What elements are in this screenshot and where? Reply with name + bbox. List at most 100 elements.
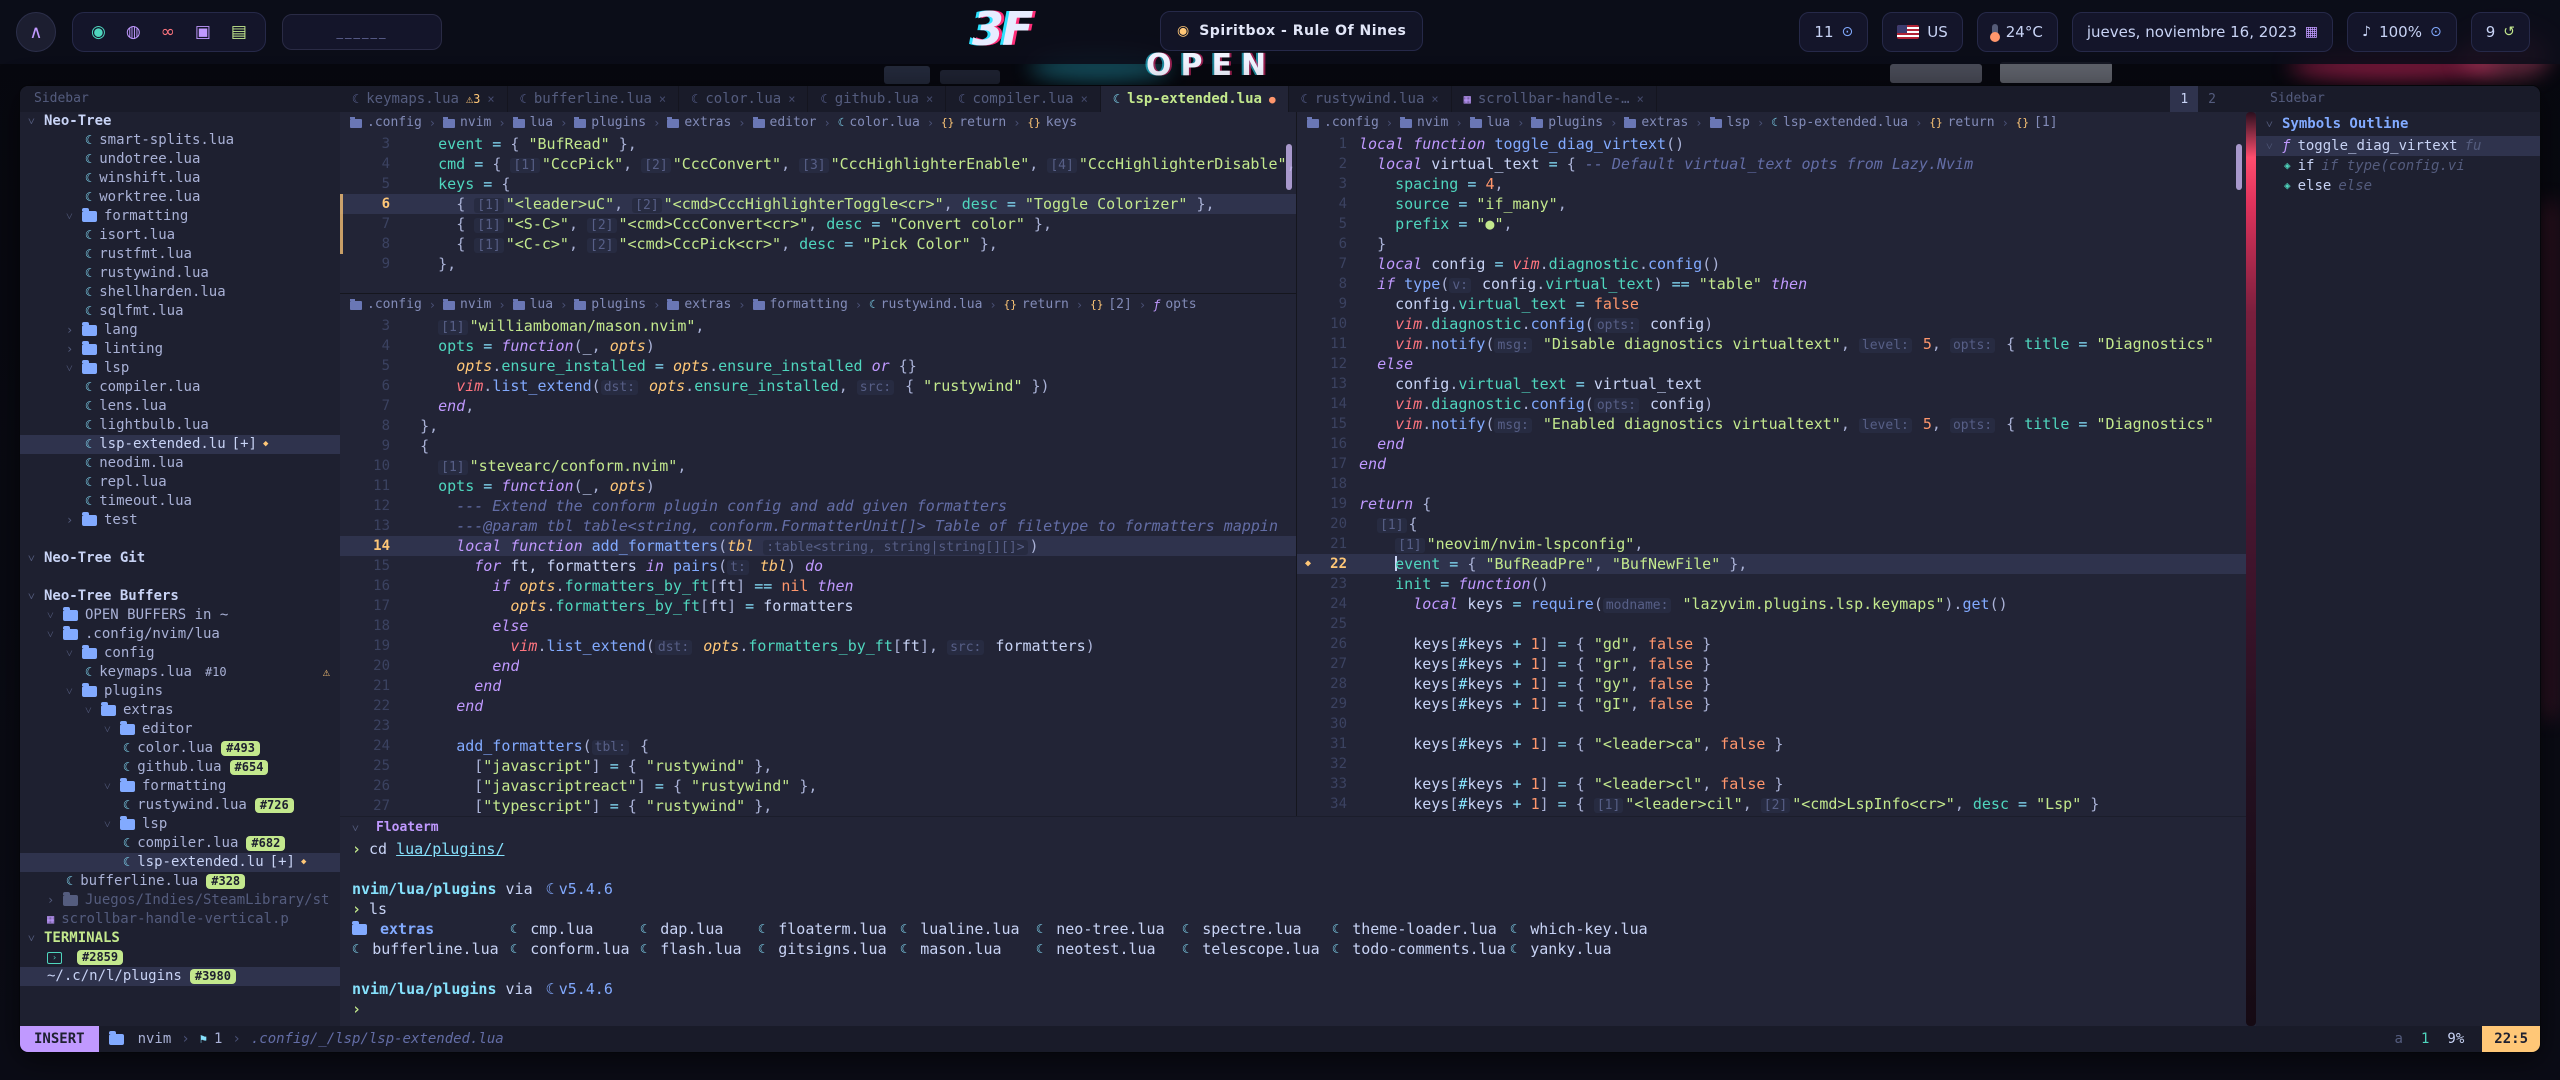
breadcrumb-item[interactable]: {}return <box>1004 294 1069 316</box>
tabpage-1[interactable]: 1 <box>2170 86 2198 112</box>
code-line[interactable]: 19return { <box>1297 494 2246 514</box>
tree-item[interactable]: ˅plugins <box>20 682 340 701</box>
tree-item[interactable]: ☾shellharden.lua <box>20 283 340 302</box>
code-line[interactable]: 25 ["javascript"] = { "rustywind" }, <box>340 756 1296 776</box>
tree-item[interactable]: ˅OPEN BUFFERS in ~ <box>20 606 340 625</box>
scrollbar-thumb[interactable] <box>1286 144 1292 190</box>
tree-item[interactable]: ☾winshift.lua <box>20 169 340 188</box>
breadcrumb-item[interactable]: editor <box>753 112 817 134</box>
code-line[interactable]: 5 opts.ensure_installed = opts.ensure_in… <box>340 356 1296 376</box>
breadcrumb-item[interactable]: nvim <box>1400 112 1448 134</box>
tree-item[interactable]: ˅.config/nvim/lua <box>20 625 340 644</box>
tree-item[interactable]: ☾compiler.lua#682 <box>20 834 340 853</box>
record-icon[interactable]: ◉ <box>91 22 106 42</box>
orbit-icon[interactable]: ◍ <box>126 22 141 42</box>
code-line[interactable]: 15 vim.notify(msg: "Enabled diagnostics … <box>1297 414 2246 434</box>
section-header[interactable]: ˅Neo-Tree Git <box>20 549 340 568</box>
breadcrumb-item[interactable]: ☾rustywind.lua <box>869 294 982 316</box>
windows-icon[interactable]: ▣ <box>195 22 211 42</box>
tab-color.lua[interactable]: ☾color.lua× <box>679 86 808 112</box>
tree-item[interactable]: ˅formatting <box>20 777 340 796</box>
code-line[interactable]: 9 { <box>340 436 1296 456</box>
code-line[interactable]: 16 end <box>1297 434 2246 454</box>
code-line[interactable]: 21 [1]"neovim/nvim-lspconfig", <box>1297 534 2246 554</box>
tree-item[interactable]: ☾rustywind.lua#726 <box>20 796 340 815</box>
code-line[interactable]: 4 opts = function(_, opts) <box>340 336 1296 356</box>
tree-item[interactable]: ›Juegos/Indies/SteamLibrary/st <box>20 891 340 910</box>
code-line[interactable]: 3 spacing = 4, <box>1297 174 2246 194</box>
tree-item[interactable]: ☾undotree.lua <box>20 150 340 169</box>
breadcrumb-item[interactable]: {}[1] <box>2016 112 2058 134</box>
code-line[interactable]: ◆22 event = { "BufReadPre", "BufNewFile"… <box>1297 554 2246 574</box>
code-line[interactable]: 24 add_formatters(tbl: { <box>340 736 1296 756</box>
code-line[interactable]: 18 else <box>340 616 1296 636</box>
breadcrumb-item[interactable]: lsp <box>1710 112 1750 134</box>
section-header[interactable]: ˅Neo-Tree Buffers <box>20 587 340 606</box>
breadcrumb-item[interactable]: lua <box>1470 112 1510 134</box>
tree-item[interactable]: ›#2859 <box>20 948 340 967</box>
tree-item[interactable]: ☾lsp-extended.lu[+]◆ <box>20 853 340 872</box>
tree-item[interactable]: ˅lsp <box>20 815 340 834</box>
breadcrumb-item[interactable]: .config <box>1307 112 1379 134</box>
breadcrumb-item[interactable]: {}return <box>1929 112 1994 134</box>
breadcrumb-item[interactable]: {}keys <box>1028 112 1078 134</box>
code-line[interactable]: 19 vim.list_extend(dst: opts.formatters_… <box>340 636 1296 656</box>
code-line[interactable]: 26 ["javascriptreact"] = { "rustywind" }… <box>340 776 1296 796</box>
workspaces-widget[interactable]: 11 ⊙ <box>1799 12 1868 52</box>
breadcrumb-item[interactable]: {}[2] <box>1090 294 1132 316</box>
breadcrumb-item[interactable]: extras <box>667 112 731 134</box>
code-line[interactable]: 9 config.virtual_text = false <box>1297 294 2246 314</box>
tree-item[interactable]: ˅editor <box>20 720 340 739</box>
code-line[interactable]: 32 <box>1297 754 2246 774</box>
code-line[interactable]: 22 end <box>340 696 1296 716</box>
code-line[interactable]: 10 vim.diagnostic.config(opts: config) <box>1297 314 2246 334</box>
tree-item[interactable]: ☾bufferline.lua#328 <box>20 872 340 891</box>
tab-compiler.lua[interactable]: ☾compiler.lua× <box>946 86 1101 112</box>
tab-github.lua[interactable]: ☾github.lua× <box>808 86 946 112</box>
code-line[interactable]: 6 { [1]"<leader>uC", [2]"<cmd>CccHighlig… <box>340 194 1296 214</box>
weather-widget[interactable]: 24°C <box>1977 12 2058 52</box>
code-line[interactable]: 14 local function add_formatters(tbl :ta… <box>340 536 1296 556</box>
code-line[interactable]: 10 [1]"stevearc/conform.nvim", <box>340 456 1296 476</box>
breadcrumb-item[interactable]: {}return <box>941 112 1006 134</box>
tree-item[interactable]: ☾rustywind.lua <box>20 264 340 283</box>
close-icon[interactable]: × <box>1081 92 1088 106</box>
breadcrumb-item[interactable]: .config <box>350 112 422 134</box>
code-line[interactable]: 34 keys[#keys + 1] = { [1]"<leader>cil",… <box>1297 794 2246 814</box>
tree-item[interactable]: ›lang <box>20 321 340 340</box>
code-line[interactable]: 4 source = "if_many", <box>1297 194 2246 214</box>
code-line[interactable]: 33 keys[#keys + 1] = { "<leader>cl", fal… <box>1297 774 2246 794</box>
tree-item[interactable]: ☾lsp-extended.lu[+]◆ <box>20 435 340 454</box>
breadcrumb-item[interactable]: ƒopts <box>1153 294 1197 316</box>
code-line[interactable]: 6 vim.list_extend(dst: opts.ensure_insta… <box>340 376 1296 396</box>
tree-item[interactable]: ☾repl.lua <box>20 473 340 492</box>
tree-item[interactable]: ☾github.lua#654 <box>20 758 340 777</box>
tree-item[interactable]: ☾lightbulb.lua <box>20 416 340 435</box>
tab-scrollbar-handle-…[interactable]: ▦scrollbar-handle-…× <box>1452 86 1657 112</box>
code-line[interactable]: 5 prefix = "●", <box>1297 214 2246 234</box>
code-line[interactable]: 9 }, <box>340 254 1296 274</box>
keyboard-layout-widget[interactable]: US <box>1882 12 1963 52</box>
code-line[interactable]: 7 { [1]"<S-C>", [2]"<cmd>CccConvert<cr>"… <box>340 214 1296 234</box>
tab-lsp-extended.lua[interactable]: ☾lsp-extended.lua● <box>1101 86 1289 112</box>
close-icon[interactable]: × <box>788 92 795 106</box>
section-header[interactable]: ˅TERMINALS <box>20 929 340 948</box>
code-line[interactable]: 11 opts = function(_, opts) <box>340 476 1296 496</box>
code-line[interactable]: 21 end <box>340 676 1296 696</box>
code-line[interactable]: 20 end <box>340 656 1296 676</box>
tree-item[interactable]: ˅extras <box>20 701 340 720</box>
tree-item[interactable]: ☾smart-splits.lua <box>20 131 340 150</box>
code-line[interactable]: 12 --- Extend the conform plugin config … <box>340 496 1296 516</box>
code-line[interactable]: 24 local keys = require(modname: "lazyvi… <box>1297 594 2246 614</box>
breadcrumb-item[interactable]: lua <box>513 112 553 134</box>
scrollbar-handle-image[interactable] <box>2246 112 2256 1026</box>
tab-rustywind.lua[interactable]: ☾rustywind.lua× <box>1289 86 1452 112</box>
code-line[interactable]: 13 config.virtual_text = virtual_text <box>1297 374 2246 394</box>
breadcrumb-item[interactable]: .config <box>350 294 422 316</box>
close-icon[interactable]: × <box>487 92 494 106</box>
code-line[interactable]: 16 if opts.formatters_by_ft[ft] == nil t… <box>340 576 1296 596</box>
tree-item[interactable]: ~/.c/n/l/plugins#3980 <box>20 967 340 986</box>
code-line[interactable]: 4 cmd = { [1]"CccPick", [2]"CccConvert",… <box>340 154 1296 174</box>
tree-item[interactable]: ˅config <box>20 644 340 663</box>
code-line[interactable]: 3 [1]"williamboman/mason.nvim", <box>340 316 1296 336</box>
